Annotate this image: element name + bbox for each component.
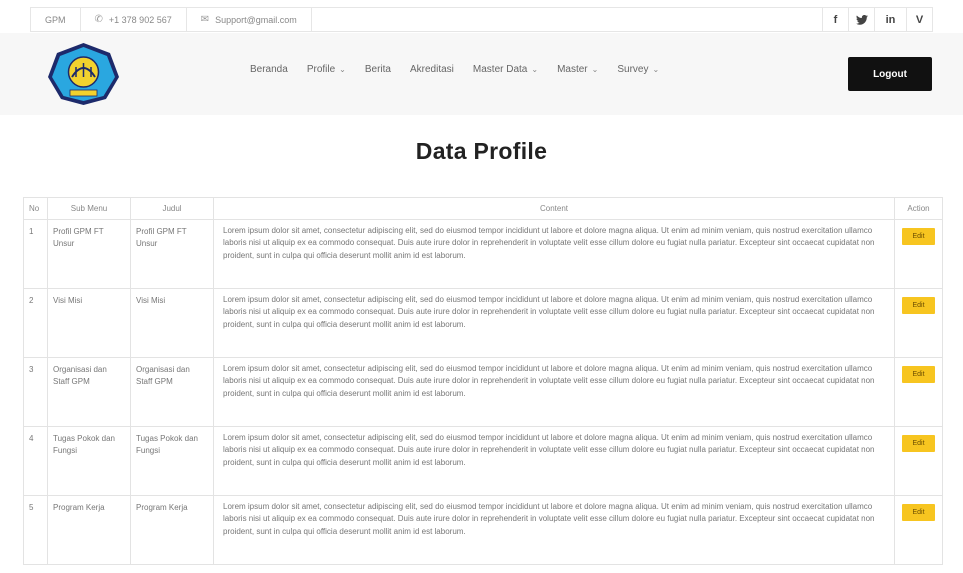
cell-judul: Tugas Pokok dan Fungsi <box>130 426 214 496</box>
phone-text: +1 378 902 567 <box>108 14 172 25</box>
vimeo-icon[interactable]: V <box>906 8 932 31</box>
nav-berita[interactable]: Berita <box>365 64 391 75</box>
cell-action: Edit <box>894 288 943 358</box>
chevron-down-icon: ⌄ <box>652 65 660 74</box>
table-row: 2 Visi Misi Visi Misi Lorem ipsum dolor … <box>23 288 943 358</box>
table-row: 3 Organisasi dan Staff GPM Organisasi da… <box>23 357 943 427</box>
nav-beranda[interactable]: Beranda <box>250 64 288 75</box>
edit-button[interactable]: Edit <box>902 228 935 245</box>
edit-button[interactable]: Edit <box>902 435 935 452</box>
main-header: Beranda Profile ⌄ Berita Akreditasi Maste… <box>0 33 963 115</box>
col-action: Action <box>894 197 943 220</box>
chevron-down-icon: ⌄ <box>531 65 539 74</box>
col-no: No <box>23 197 48 220</box>
phone-cell[interactable]: ✆ +1 378 902 567 <box>81 8 187 31</box>
cell-content: Lorem ipsum dolor sit amet, consectetur … <box>213 495 895 565</box>
cell-content: Lorem ipsum dolor sit amet, consectetur … <box>213 288 895 358</box>
edit-button[interactable]: Edit <box>902 504 935 521</box>
cell-action: Edit <box>894 219 943 289</box>
cell-no: 4 <box>23 426 48 496</box>
cell-judul: Visi Misi <box>130 288 214 358</box>
brand-cell: GPM <box>31 8 81 31</box>
university-logo[interactable] <box>46 41 121 107</box>
cell-judul: Organisasi dan Staff GPM <box>130 357 214 427</box>
linkedin-icon[interactable]: in <box>874 8 906 31</box>
page-title: Data Profile <box>415 138 548 164</box>
edit-button[interactable]: Edit <box>902 297 935 314</box>
cell-sub-menu: Program Kerja <box>47 495 131 565</box>
facebook-icon[interactable]: f <box>822 8 848 31</box>
cell-sub-menu: Visi Misi <box>47 288 131 358</box>
table-header-row: No Sub Menu Judul Content Action <box>23 197 943 220</box>
cell-content: Lorem ipsum dolor sit amet, consectetur … <box>213 219 895 289</box>
social-links: f in V <box>822 8 932 31</box>
cell-sub-menu: Organisasi dan Staff GPM <box>47 357 131 427</box>
cell-judul: Profil GPM FT Unsur <box>130 219 214 289</box>
cell-no: 2 <box>23 288 48 358</box>
edit-button[interactable]: Edit <box>902 366 935 383</box>
chevron-down-icon: ⌄ <box>339 65 346 74</box>
phone-icon: ✆ <box>94 14 103 25</box>
cell-action: Edit <box>894 426 943 496</box>
nav-master[interactable]: Master ⌄ <box>557 64 598 75</box>
main-nav: Beranda Profile ⌄ Berita Akreditasi Maste… <box>250 64 678 75</box>
cell-content: Lorem ipsum dolor sit amet, consectetur … <box>213 426 895 496</box>
col-content: Content <box>213 197 895 220</box>
cell-no: 5 <box>23 495 48 565</box>
cell-judul: Program Kerja <box>130 495 214 565</box>
nav-survey[interactable]: Survey ⌄ <box>617 64 659 75</box>
cell-no: 3 <box>23 357 48 427</box>
brand-text: GPM <box>45 14 66 25</box>
cell-sub-menu: Profil GPM FT Unsur <box>47 219 131 289</box>
twitter-icon[interactable] <box>848 8 874 31</box>
nav-akreditasi[interactable]: Akreditasi <box>410 64 454 75</box>
table-row: 5 Program Kerja Program Kerja Lorem ipsu… <box>23 495 943 565</box>
cell-sub-menu: Tugas Pokok dan Fungsi <box>47 426 131 496</box>
cell-no: 1 <box>23 219 48 289</box>
table-row: 4 Tugas Pokok dan Fungsi Tugas Pokok dan… <box>23 426 943 496</box>
cell-action: Edit <box>894 495 943 565</box>
col-judul: Judul <box>130 197 214 220</box>
top-contact-bar: GPM ✆ +1 378 902 567 ✉ Support@gmail.com… <box>30 7 933 32</box>
chevron-down-icon: ⌄ <box>591 65 599 74</box>
logout-button[interactable]: Logout <box>848 57 932 91</box>
nav-profile[interactable]: Profile ⌄ <box>307 64 346 75</box>
cell-action: Edit <box>894 357 943 427</box>
col-sub-menu: Sub Menu <box>47 197 131 220</box>
email-cell[interactable]: ✉ Support@gmail.com <box>187 8 312 31</box>
mail-icon: ✉ <box>200 14 210 25</box>
table-row: 1 Profil GPM FT Unsur Profil GPM FT Unsu… <box>23 219 943 289</box>
profile-table: No Sub Menu Judul Content Action 1 Profi… <box>23 197 943 565</box>
nav-master-data[interactable]: Master Data ⌄ <box>473 64 538 75</box>
cell-content: Lorem ipsum dolor sit amet, consectetur … <box>213 357 895 427</box>
email-text: Support@gmail.com <box>215 14 297 25</box>
